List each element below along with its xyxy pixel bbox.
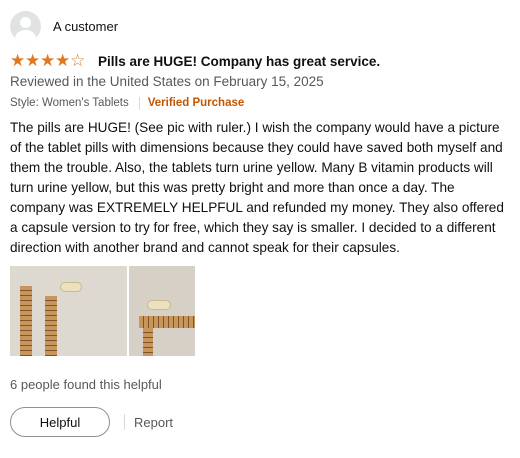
review-card: A customer ★ ★ ★ ★ ☆ Pills are HUGE! Com… [10,10,512,437]
report-link[interactable]: Report [134,415,173,430]
avatar-icon [10,10,41,42]
meta-divider [138,97,140,110]
review-images [10,266,512,356]
star-rating[interactable]: ★ ★ ★ ★ ☆ [10,52,85,70]
review-meta: Style: Women's Tablets Verified Purchase [10,96,512,111]
product-style[interactable]: Style: Women's Tablets [10,96,129,111]
helpful-count: 6 people found this helpful [10,377,162,392]
review-date: Reviewed in the United States on Februar… [10,74,324,89]
actions-divider [124,414,125,430]
review-body: The pills are HUGE! (See pic with ruler.… [10,120,504,255]
star-empty-icon: ☆ [70,51,86,70]
helpful-button[interactable]: Helpful [10,407,110,437]
reviewer-profile[interactable]: A customer [10,10,512,42]
review-image-thumbnail[interactable] [129,266,195,356]
star-full-icon: ★ [40,51,56,70]
reviewer-name[interactable]: A customer [53,19,118,34]
review-title-row: ★ ★ ★ ★ ☆ Pills are HUGE! Company has gr… [10,52,512,70]
review-title[interactable]: Pills are HUGE! Company has great servic… [98,54,380,69]
star-full-icon: ★ [10,51,26,70]
star-full-icon: ★ [25,51,41,70]
review-image-thumbnail[interactable] [10,266,127,356]
review-actions: Helpful Report [10,407,512,437]
star-full-icon: ★ [55,51,71,70]
verified-purchase-badge: Verified Purchase [147,97,245,109]
